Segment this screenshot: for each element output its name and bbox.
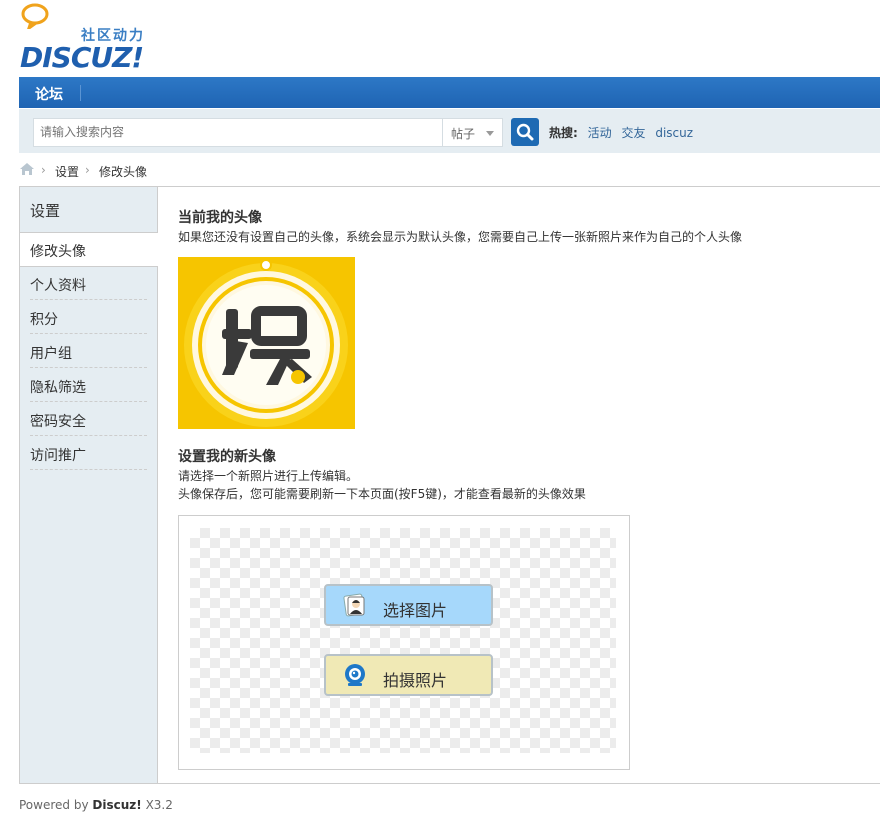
select-image-button[interactable]: 选择图片 bbox=[324, 584, 493, 626]
sidebar-item-label: 积分 bbox=[30, 312, 58, 328]
search-box bbox=[33, 118, 443, 147]
avatar-logo-icon bbox=[178, 257, 355, 429]
new-avatar-heading: 设置我的新头像 bbox=[178, 449, 276, 465]
take-photo-label: 拍摄照片 bbox=[383, 671, 448, 690]
hot-search-label: 热搜: bbox=[549, 126, 578, 140]
avatar-uploader: 选择图片 拍摄照片 bbox=[178, 515, 630, 770]
hot-link[interactable]: 交友 bbox=[621, 126, 645, 140]
home-icon[interactable] bbox=[19, 162, 35, 176]
sidebar-item-profile[interactable]: 个人资料 bbox=[30, 267, 147, 300]
search-icon bbox=[516, 123, 534, 141]
sidebar-item-label: 访问推广 bbox=[30, 448, 86, 464]
sidebar-item-label: 修改头像 bbox=[30, 244, 86, 260]
hot-link[interactable]: 活动 bbox=[588, 126, 612, 140]
breadcrumb-arrow-icon: › bbox=[85, 163, 90, 177]
select-image-label: 选择图片 bbox=[383, 601, 448, 620]
breadcrumb-arrow-icon: › bbox=[41, 163, 46, 177]
new-avatar-note-2: 头像保存后，您可能需要刷新一下本页面(按F5键)，才能查看最新的头像效果 bbox=[178, 487, 586, 501]
sidebar-item-label: 密码安全 bbox=[30, 414, 86, 430]
upload-canvas: 选择图片 拍摄照片 bbox=[190, 528, 616, 753]
sidebar-item-label: 用户组 bbox=[30, 346, 72, 362]
current-avatar-note: 如果您还没有设置自己的头像，系统会显示为默认头像，您需要自己上传一张新照片来作为… bbox=[178, 230, 743, 244]
search-button[interactable] bbox=[511, 118, 539, 146]
powered-prefix: Powered by bbox=[19, 798, 89, 812]
breadcrumb-item[interactable]: 设置 bbox=[55, 163, 79, 180]
powered-brand[interactable]: Discuz! bbox=[92, 798, 141, 812]
sidebar-item-label: 个人资料 bbox=[30, 278, 86, 294]
sidebar-item-label: 隐私筛选 bbox=[30, 380, 86, 396]
logo-brand: DISCUZ! bbox=[20, 41, 144, 74]
sidebar-item-credits[interactable]: 积分 bbox=[30, 301, 147, 334]
sidebar-title: 设置 bbox=[30, 202, 61, 220]
new-avatar-note-1: 请选择一个新照片进行上传编辑。 bbox=[178, 469, 359, 483]
search-type-select[interactable]: 帖子 bbox=[442, 118, 503, 147]
hot-search: 热搜: 活动 交友 discuz bbox=[549, 124, 693, 141]
main-navbar: 论坛 bbox=[19, 77, 880, 108]
sidebar-item-usergroup[interactable]: 用户组 bbox=[30, 335, 147, 368]
take-photo-button[interactable]: 拍摄照片 bbox=[324, 654, 493, 696]
photo-icon bbox=[343, 593, 365, 617]
current-avatar-heading: 当前我的头像 bbox=[178, 210, 262, 226]
search-input[interactable] bbox=[34, 119, 435, 144]
webcam-icon bbox=[345, 664, 365, 686]
settings-sidebar: 设置 修改头像 个人资料 积分 用户组 隐私筛选 密码安全 访问推广 bbox=[20, 187, 158, 783]
search-type-label: 帖子 bbox=[451, 127, 476, 141]
search-bar: 帖子 热搜: 活动 交友 discuz bbox=[19, 109, 880, 153]
settings-panel: 设置 修改头像 个人资料 积分 用户组 隐私筛选 密码安全 访问推广 当前我的头… bbox=[19, 186, 880, 784]
sidebar-item-avatar[interactable]: 修改头像 bbox=[20, 232, 158, 267]
powered-by: Powered by Discuz! X3.2 bbox=[19, 798, 173, 812]
current-avatar-image bbox=[178, 257, 355, 429]
sidebar-item-privacy[interactable]: 隐私筛选 bbox=[30, 369, 147, 402]
sidebar-item-promotion[interactable]: 访问推广 bbox=[30, 437, 147, 470]
sidebar-item-security[interactable]: 密码安全 bbox=[30, 403, 147, 436]
nav-item-forum[interactable]: 论坛 bbox=[35, 84, 63, 104]
breadcrumb-item[interactable]: 修改头像 bbox=[99, 163, 147, 180]
chevron-down-icon bbox=[486, 131, 494, 136]
speech-bubble-icon bbox=[21, 3, 49, 29]
hot-link[interactable]: discuz bbox=[655, 126, 693, 140]
discuz-logo[interactable]: 社区动力 DISCUZ! bbox=[19, 3, 159, 74]
nav-separator bbox=[80, 85, 81, 101]
powered-version: X3.2 bbox=[145, 798, 173, 812]
